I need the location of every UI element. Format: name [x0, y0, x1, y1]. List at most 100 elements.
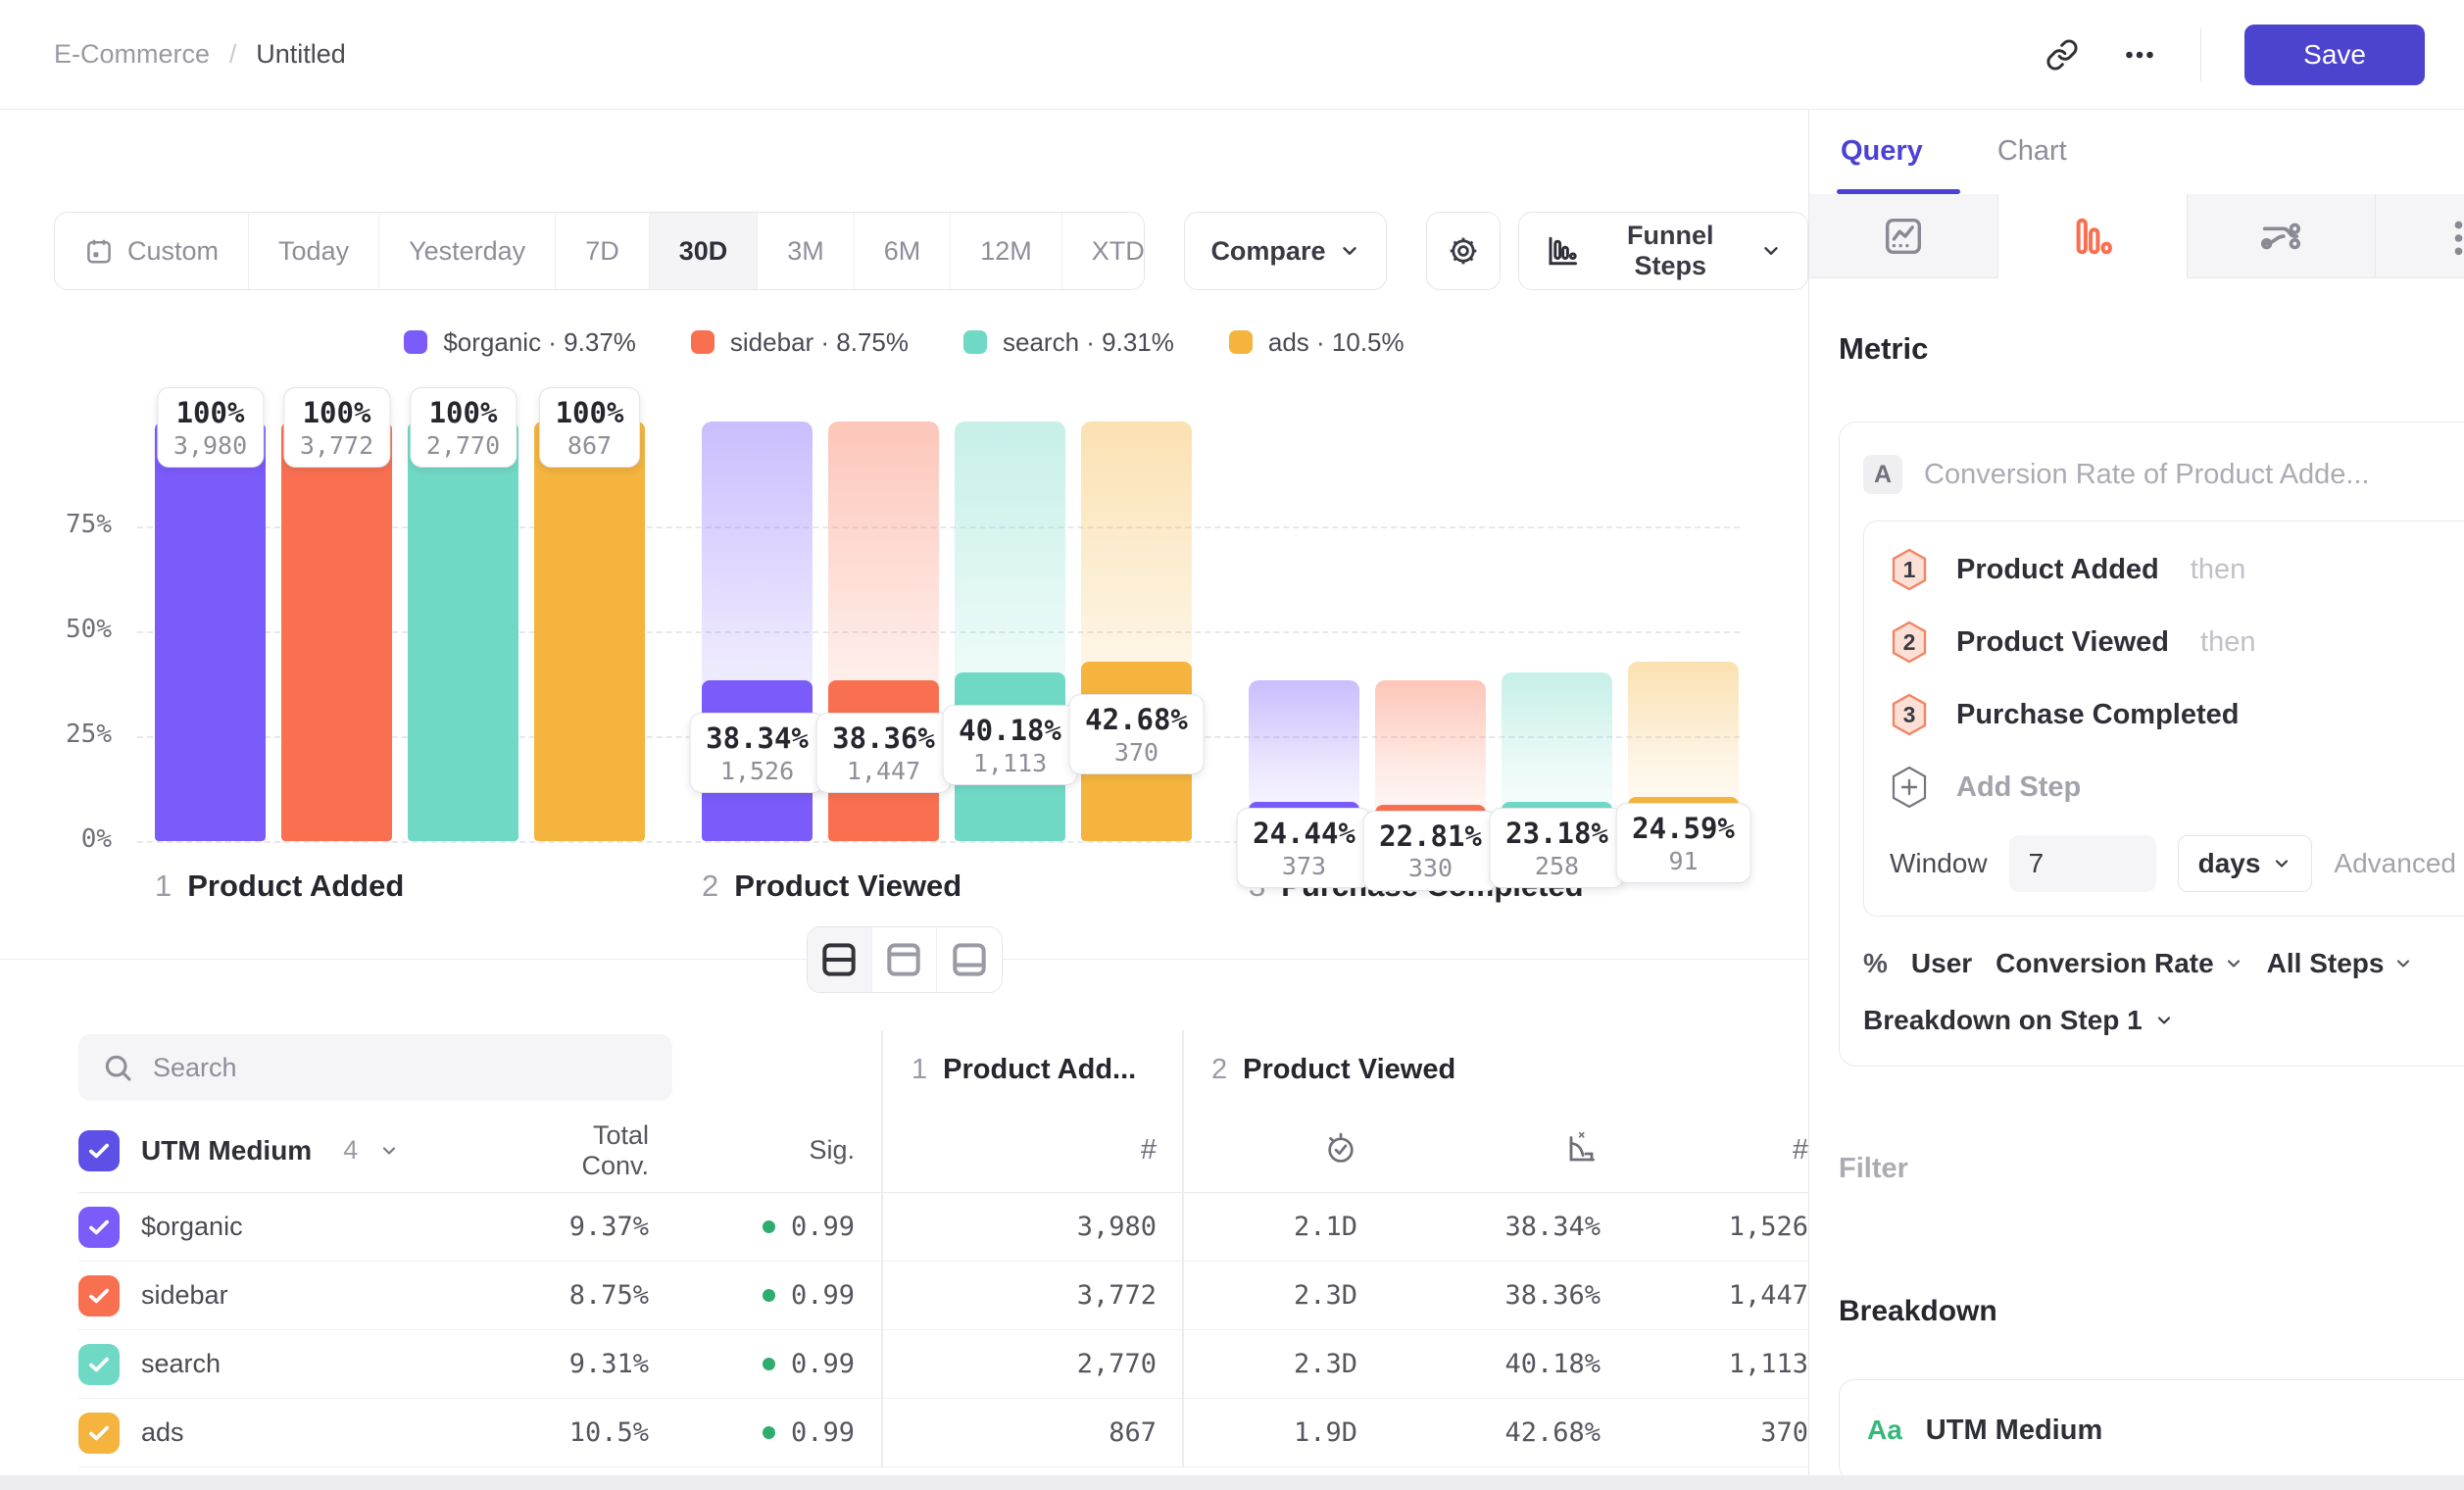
legend-label: search · 9.31% [1003, 327, 1174, 358]
measure-metric-dropdown[interactable]: Conversion Rate [1996, 948, 2243, 979]
breadcrumb-parent[interactable]: E-Commerce [54, 39, 210, 70]
range-label: XTD [1092, 236, 1145, 267]
link-icon[interactable] [2045, 38, 2079, 72]
bar-value-label: 22.81%330 [1362, 811, 1499, 891]
conv-rate-value: 38.36% [1357, 1280, 1601, 1311]
query-step-1[interactable]: 1Product Addedthen [1890, 533, 2464, 606]
view-table-only-button[interactable] [937, 927, 1002, 992]
add-step-button[interactable]: Add Step [1890, 751, 2464, 823]
sig-value: 0.99 [791, 1212, 855, 1242]
conv-rate-column-icon[interactable] [1357, 1130, 1601, 1170]
range-custom[interactable]: Custom [55, 213, 249, 289]
tab-query[interactable]: Query [1841, 135, 1923, 194]
query-step-3[interactable]: 3Purchase Completed [1890, 678, 2464, 751]
window-unit-dropdown[interactable]: days [2178, 835, 2313, 892]
tab-query-label: Query [1841, 135, 1923, 167]
chart-type-dropdown[interactable]: Funnel Steps [1518, 212, 1808, 290]
row-checkbox[interactable] [78, 1207, 120, 1248]
table-row-sidebar[interactable]: sidebar8.75%0.993,7722.3D38.36%1,447 [78, 1262, 1808, 1330]
range-label: 12M [980, 236, 1032, 267]
count-column-icon[interactable]: # [1601, 1134, 1808, 1167]
bar-step1-sidebar[interactable] [281, 422, 392, 841]
range-12m[interactable]: 12M [951, 213, 1062, 289]
measure-scope-dropdown[interactable]: All Steps [2267, 948, 2414, 979]
range-30d[interactable]: 30D [650, 213, 759, 289]
bar-value-label: 100%3,772 [283, 387, 390, 468]
search-input[interactable] [153, 1053, 623, 1083]
filter-section: Filter [1839, 1153, 2464, 1185]
row-checkbox[interactable] [78, 1413, 120, 1454]
range-6m[interactable]: 6M [855, 213, 952, 289]
more-options-icon[interactable] [2122, 37, 2157, 73]
legend-item-organic[interactable]: $organic · 9.37% [404, 327, 636, 358]
percent-icon: % [1863, 948, 1888, 979]
breakdown-on-step-dropdown[interactable]: Breakdown on Step 1 [1863, 1005, 2464, 1040]
avg-time-value: 2.1D [1157, 1212, 1357, 1242]
y-axis-tick: 0% [14, 824, 112, 854]
avg-time-column-icon[interactable] [1157, 1131, 1357, 1169]
measure-entity[interactable]: User [1911, 948, 1972, 979]
table-row-search[interactable]: search9.31%0.992,7702.3D40.18%1,113 [78, 1330, 1808, 1399]
window-value-input[interactable] [2009, 835, 2156, 892]
breadcrumb-current[interactable]: Untitled [256, 39, 346, 70]
legend-color-chip [963, 330, 987, 354]
sig-column-header[interactable]: Sig. [649, 1135, 855, 1166]
view-chart-only-button[interactable] [872, 927, 937, 992]
tab-funnels[interactable] [1998, 194, 2188, 278]
bar-pct-value: 22.81% [1379, 820, 1482, 854]
bar-value-label: 38.36%1,447 [815, 713, 952, 793]
chevron-down-icon[interactable] [379, 1141, 399, 1161]
breadcrumb: E-Commerce / Untitled [54, 39, 346, 70]
group-column-header[interactable]: UTM Medium [141, 1135, 312, 1167]
chart-settings-button[interactable] [1426, 212, 1501, 290]
avg-time-value: 1.9D [1157, 1417, 1357, 1448]
analysis-type-tabs [1809, 194, 2464, 278]
legend-item-ads[interactable]: ads · 10.5% [1229, 327, 1404, 358]
tab-chart[interactable]: Chart [1997, 135, 2067, 194]
legend-item-search[interactable]: search · 9.31% [963, 327, 1174, 358]
range-7d[interactable]: 7D [556, 213, 650, 289]
legend-label: sidebar · 8.75% [730, 327, 909, 358]
chevron-down-icon [2393, 954, 2413, 973]
range-today[interactable]: Today [249, 213, 379, 289]
avg-time-value: 2.3D [1157, 1280, 1357, 1311]
range-xtd[interactable]: XTD [1062, 213, 1146, 289]
query-step-label: Purchase Completed [1956, 699, 2239, 731]
total-conv-column-header[interactable]: Total Conv. [532, 1120, 649, 1181]
step-hexagon-badge: 2 [1890, 621, 1929, 664]
gear-icon [1447, 234, 1480, 268]
conv-rate-value: 42.68% [1357, 1417, 1601, 1448]
bar-step1-organic[interactable] [155, 422, 266, 841]
row-checkbox[interactable] [78, 1344, 120, 1385]
row-checkbox[interactable] [78, 1275, 120, 1316]
save-button[interactable]: Save [2244, 25, 2425, 85]
range-label: Yesterday [409, 236, 525, 267]
step-number: 2 [1211, 1054, 1227, 1086]
tab-flows[interactable] [2188, 194, 2377, 278]
metric-row[interactable]: A Conversion Rate of Product Adde... [1863, 444, 2464, 505]
legend-item-sidebar[interactable]: sidebar · 8.75% [691, 327, 909, 358]
query-step-2[interactable]: 2Product Viewedthen [1890, 606, 2464, 678]
bar-step1-search[interactable] [408, 422, 518, 841]
horizontal-scrollbar[interactable] [0, 1475, 2464, 1490]
count-column-icon[interactable]: # [855, 1134, 1157, 1167]
sig-dot-icon [763, 1426, 775, 1439]
funnels-icon [2070, 214, 2115, 259]
select-all-checkbox[interactable] [78, 1130, 120, 1171]
bar-step1-ads[interactable] [534, 422, 645, 841]
range-3m[interactable]: 3M [758, 213, 855, 289]
bar-pct-value: 24.59% [1632, 812, 1735, 846]
breadcrumb-separator: / [229, 39, 236, 70]
table-search-row: 1 Product Add... 2 Product Viewed [0, 1030, 1808, 1109]
view-split-button[interactable] [808, 927, 872, 992]
tab-retention[interactable] [2376, 194, 2464, 278]
tab-insights[interactable] [1809, 194, 1998, 278]
legend-color-chip [691, 330, 715, 354]
table-step2-title: 2 Product Viewed [1211, 1030, 1455, 1109]
advanced-dropdown[interactable]: Advanced [2334, 848, 2464, 879]
table-row-ads[interactable]: ads10.5%0.998671.9D42.68%370 [78, 1399, 1808, 1467]
compare-button[interactable]: Compare [1184, 212, 1387, 290]
range-yesterday[interactable]: Yesterday [379, 213, 556, 289]
table-row-organic[interactable]: $organic9.37%0.993,9802.1D38.34%1,526 [78, 1193, 1808, 1262]
breakdown-item[interactable]: Aa UTM Medium [1839, 1379, 2464, 1481]
